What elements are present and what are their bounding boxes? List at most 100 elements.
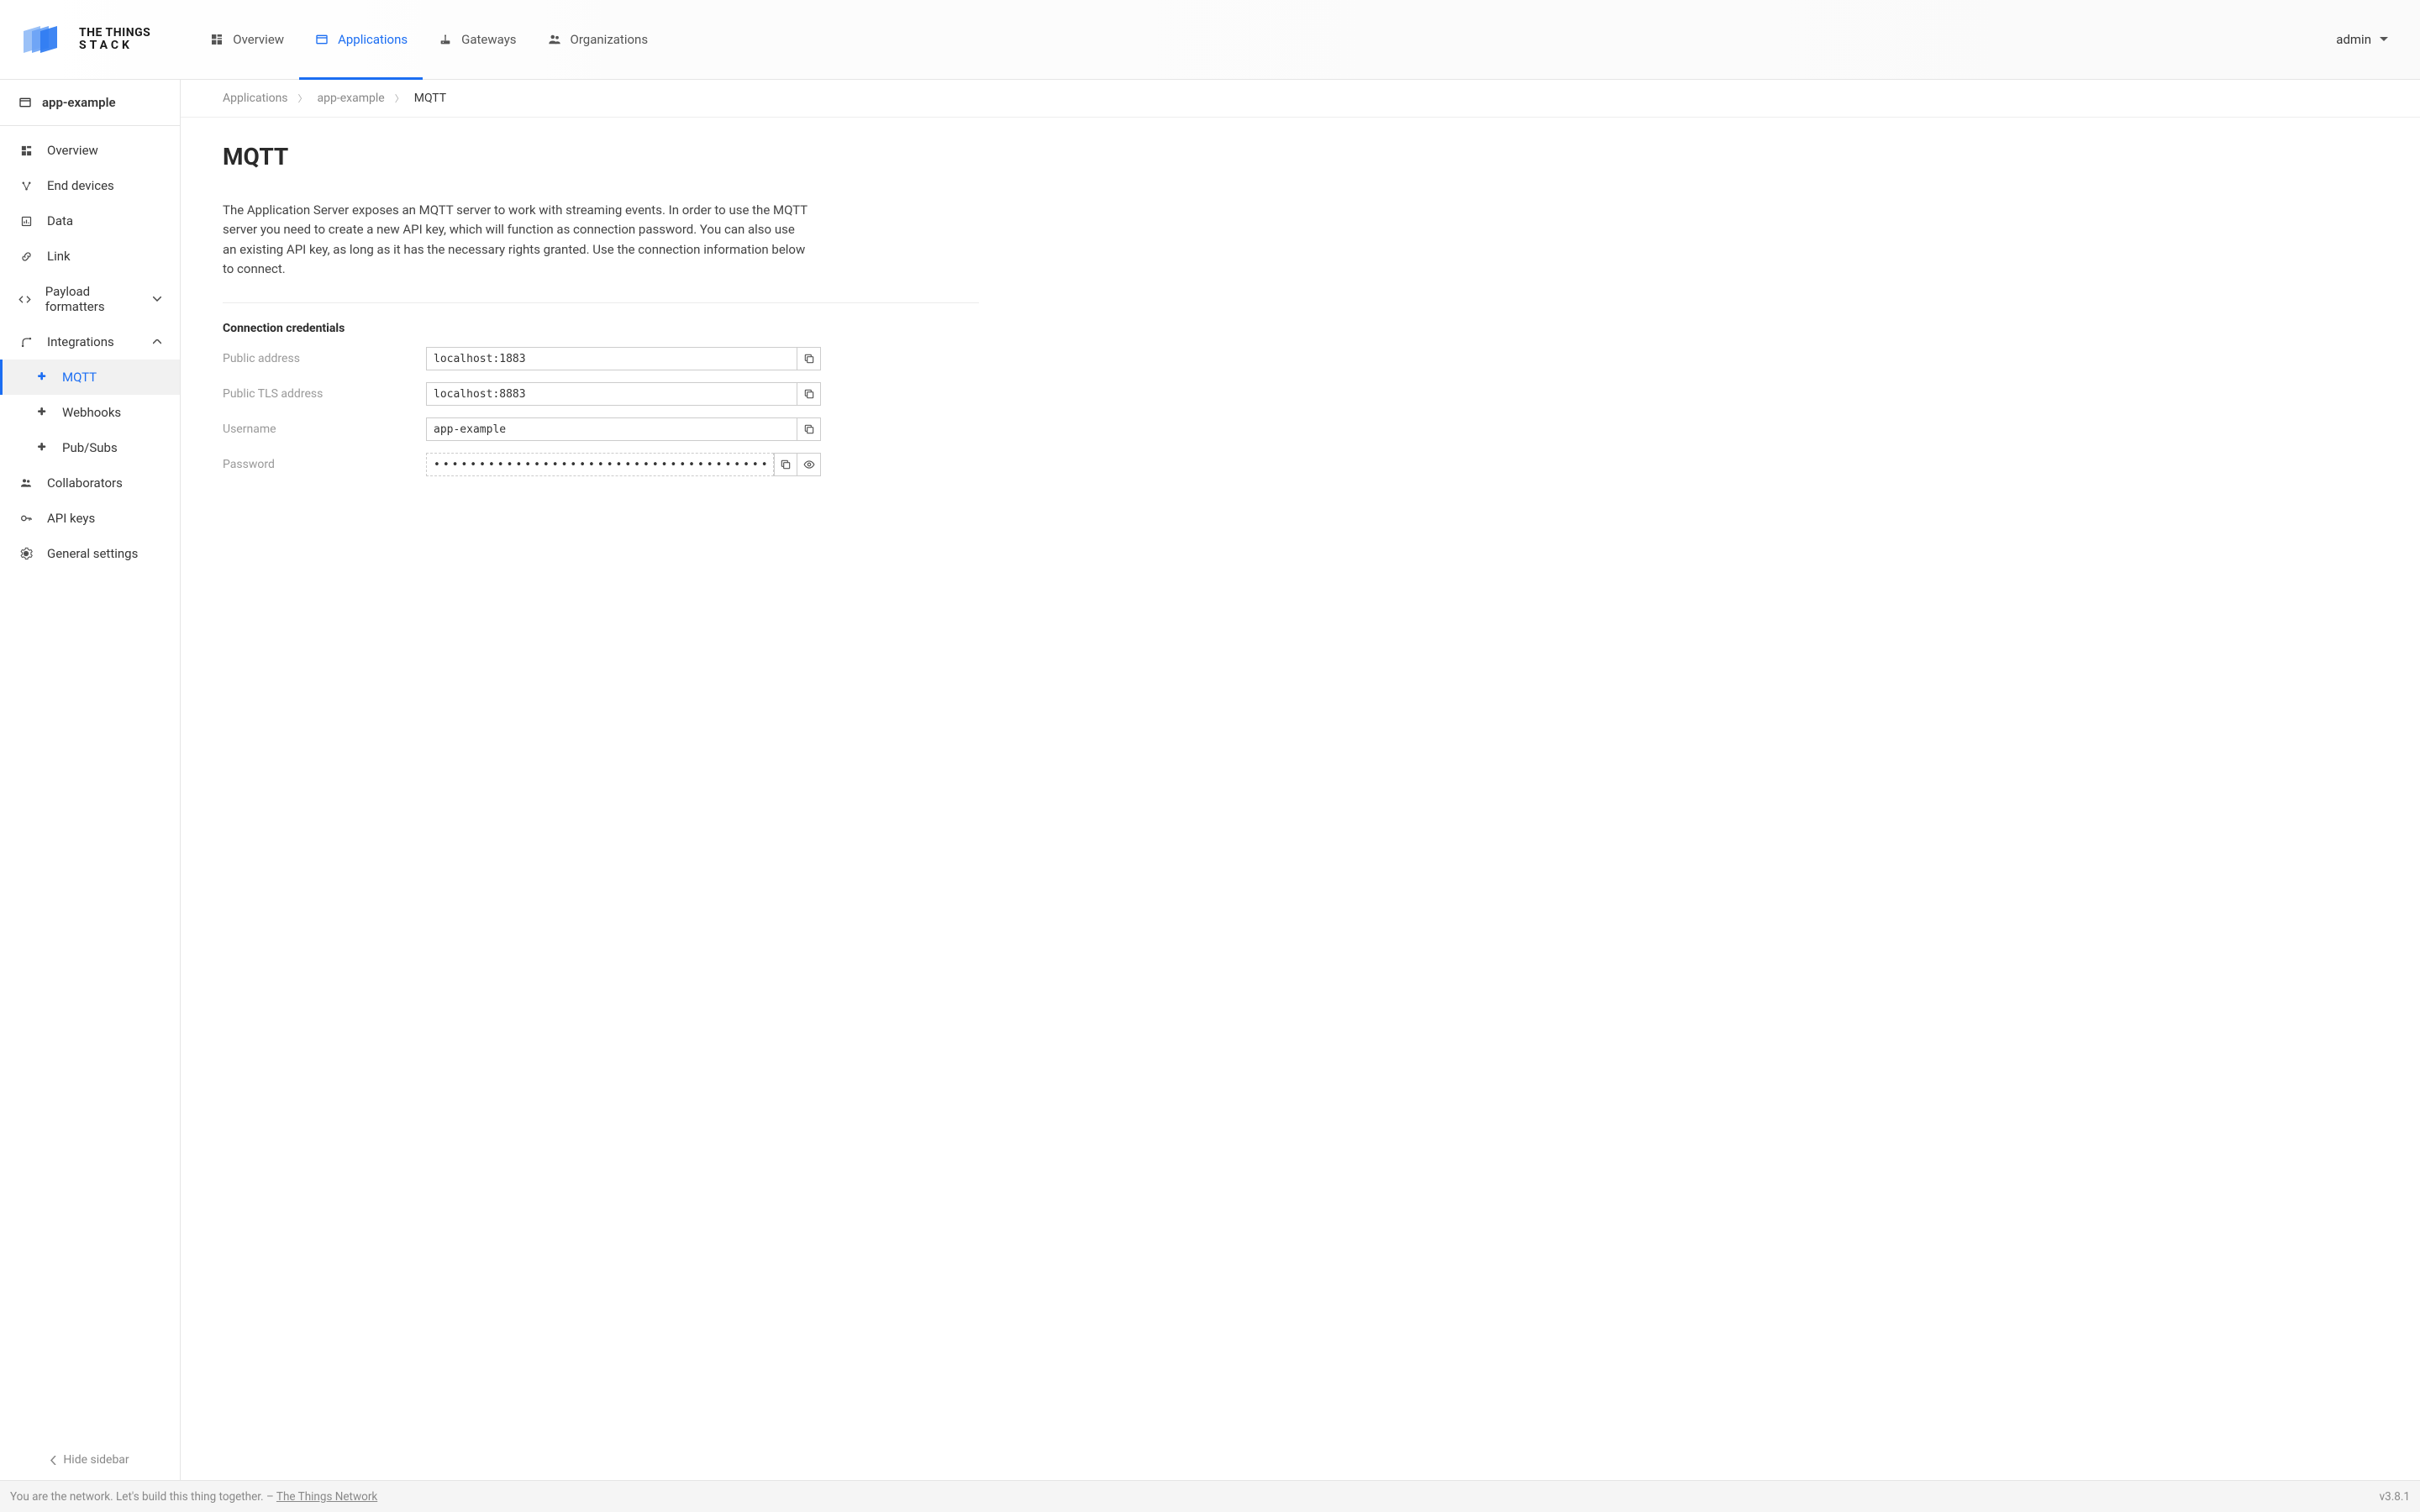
chevron-right-icon: 〉	[298, 92, 308, 105]
sidebar-item-label: General settings	[47, 546, 138, 561]
sidebar-item-general-settings[interactable]: General settings	[0, 536, 180, 571]
breadcrumb-applications[interactable]: Applications	[223, 92, 288, 105]
sidebar-item-label: Collaborators	[47, 475, 123, 491]
nav-tab-organizations[interactable]: Organizations	[532, 0, 664, 80]
password-input[interactable]	[426, 453, 774, 476]
sidebar-item-label: Data	[47, 213, 73, 228]
sidebar-item-payload-formatters[interactable]: Payload formatters	[0, 274, 180, 324]
key-icon	[18, 512, 34, 525]
sidebar-item-label: Link	[47, 249, 71, 264]
application-icon	[314, 32, 329, 47]
nav-tab-label: Organizations	[571, 32, 649, 47]
sidebar: app-example Overview End devices Data Li…	[0, 80, 181, 1480]
sidebar-app-name: app-example	[42, 95, 116, 110]
organizations-icon	[547, 32, 562, 47]
section-title: Connection credentials	[223, 322, 979, 335]
nav-tab-gateways[interactable]: Gateways	[423, 0, 531, 80]
copy-button[interactable]	[797, 417, 821, 441]
nav-tab-overview[interactable]: Overview	[194, 0, 299, 80]
sidebar-item-integrations[interactable]: Integrations	[0, 324, 180, 360]
sidebar-item-pubsubs[interactable]: Pub/Subs	[0, 430, 180, 465]
sidebar-item-label: Integrations	[47, 334, 114, 349]
page-description: The Application Server exposes an MQTT s…	[223, 201, 811, 279]
chevron-left-icon	[50, 1456, 56, 1465]
sidebar-item-collaborators[interactable]: Collaborators	[0, 465, 180, 501]
page-title: MQTT	[223, 143, 979, 171]
main-content: Applications 〉 app-example 〉 MQTT MQTT T…	[181, 80, 2420, 1480]
user-name: admin	[2336, 32, 2371, 47]
page: MQTT The Application Server exposes an M…	[181, 118, 1021, 513]
dashboard-icon	[18, 144, 34, 157]
hide-sidebar-label: Hide sidebar	[63, 1453, 129, 1467]
application-icon	[18, 96, 32, 109]
username-input[interactable]	[426, 417, 797, 441]
sidebar-item-label: Pub/Subs	[62, 440, 118, 455]
chevron-down-icon	[153, 297, 161, 302]
app-header: THE THINGS STACK Overview Applications	[0, 0, 2420, 80]
sidebar-item-webhooks[interactable]: Webhooks	[0, 395, 180, 430]
gear-icon	[18, 547, 34, 560]
field-username: Username	[223, 417, 979, 441]
breadcrumb: Applications 〉 app-example 〉 MQTT	[181, 80, 2420, 118]
sidebar-item-link[interactable]: Link	[0, 239, 180, 274]
footer-text: You are the network. Let's build this th…	[10, 1490, 377, 1504]
sidebar-item-data[interactable]: Data	[0, 203, 180, 239]
user-menu[interactable]: admin	[2336, 32, 2396, 47]
gateway-icon	[438, 32, 453, 47]
code-icon	[18, 293, 32, 306]
footer-link[interactable]: The Things Network	[276, 1490, 377, 1504]
logo-line1: THE THINGS	[79, 27, 150, 39]
content-wrapper: app-example Overview End devices Data Li…	[0, 80, 2420, 1480]
logo[interactable]: THE THINGS STACK	[24, 24, 150, 55]
footer-tagline: You are the network. Let's build this th…	[10, 1490, 276, 1504]
field-label: Password	[223, 458, 426, 471]
sidebar-item-api-keys[interactable]: API keys	[0, 501, 180, 536]
caret-down-icon	[2380, 37, 2388, 42]
sidebar-item-end-devices[interactable]: End devices	[0, 168, 180, 203]
footer-version: v3.8.1	[2380, 1490, 2410, 1504]
breadcrumb-app[interactable]: app-example	[318, 92, 385, 105]
field-public-address: Public address	[223, 347, 979, 370]
nav-tab-label: Overview	[233, 32, 284, 47]
copy-button[interactable]	[774, 453, 797, 476]
sidebar-item-label: Payload formatters	[45, 284, 139, 314]
field-label: Public address	[223, 352, 426, 365]
public-address-input[interactable]	[426, 347, 797, 370]
field-password: Password	[223, 453, 979, 476]
puzzle-icon	[34, 406, 49, 419]
hide-sidebar-button[interactable]: Hide sidebar	[0, 1440, 180, 1480]
copy-button[interactable]	[797, 382, 821, 406]
sidebar-item-label: API keys	[47, 511, 95, 526]
logo-text: THE THINGS STACK	[79, 27, 150, 53]
logo-line2: STACK	[79, 39, 150, 52]
chevron-up-icon	[153, 339, 161, 344]
devices-icon	[18, 180, 34, 192]
sidebar-app-header[interactable]: app-example	[0, 80, 180, 122]
toggle-visibility-button[interactable]	[797, 453, 821, 476]
sidebar-items: Overview End devices Data Link Payload f…	[0, 133, 180, 1440]
copy-button[interactable]	[797, 347, 821, 370]
link-icon	[18, 250, 34, 263]
footer: You are the network. Let's build this th…	[0, 1480, 2420, 1512]
sidebar-item-mqtt[interactable]: MQTT	[0, 360, 180, 395]
nav-tab-label: Applications	[338, 32, 408, 47]
nav-tabs: Overview Applications Gateways Organizat…	[194, 0, 663, 80]
sidebar-item-label: Overview	[47, 143, 98, 158]
field-label: Username	[223, 423, 426, 436]
sidebar-item-label: Webhooks	[62, 405, 121, 420]
field-public-tls-address: Public TLS address	[223, 382, 979, 406]
divider	[0, 125, 180, 126]
dashboard-icon	[209, 32, 224, 47]
data-icon	[18, 215, 34, 228]
sidebar-item-overview[interactable]: Overview	[0, 133, 180, 168]
sidebar-item-label: End devices	[47, 178, 114, 193]
puzzle-icon	[34, 370, 49, 384]
nav-tab-applications[interactable]: Applications	[299, 0, 423, 80]
divider	[223, 302, 979, 303]
nav-tab-label: Gateways	[461, 32, 516, 47]
puzzle-icon	[34, 441, 49, 454]
breadcrumb-current: MQTT	[414, 92, 446, 105]
sidebar-item-label: MQTT	[62, 370, 97, 385]
public-tls-address-input[interactable]	[426, 382, 797, 406]
field-label: Public TLS address	[223, 387, 426, 401]
